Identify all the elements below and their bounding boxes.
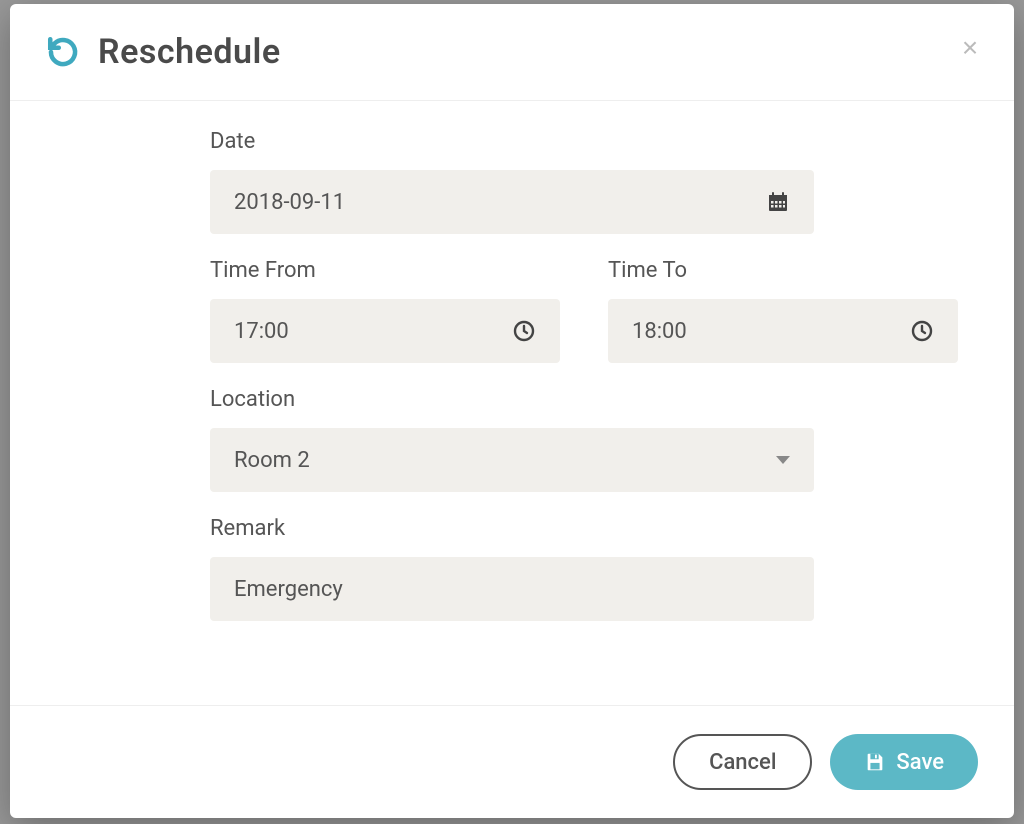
time-from-field-group: Time From bbox=[210, 258, 560, 363]
modal-footer: Cancel Save bbox=[10, 705, 1014, 818]
modal-title: Reschedule bbox=[98, 32, 281, 72]
close-icon: × bbox=[962, 32, 978, 63]
location-select-wrap[interactable]: Room 2 bbox=[210, 428, 814, 492]
date-input[interactable] bbox=[234, 190, 766, 215]
time-to-input[interactable] bbox=[632, 319, 910, 344]
save-button[interactable]: Save bbox=[830, 734, 978, 790]
remark-field-group: Remark bbox=[210, 516, 814, 621]
cancel-button[interactable]: Cancel bbox=[673, 734, 812, 790]
refresh-icon bbox=[46, 35, 80, 69]
location-field-group: Location Room 2 bbox=[210, 387, 814, 492]
modal-body: Date bbox=[10, 101, 1014, 705]
calendar-icon bbox=[766, 190, 790, 214]
cancel-button-label: Cancel bbox=[709, 750, 776, 775]
remark-input-wrap[interactable] bbox=[210, 557, 814, 621]
date-label: Date bbox=[210, 129, 814, 154]
clock-icon bbox=[512, 319, 536, 343]
time-from-label: Time From bbox=[210, 258, 560, 283]
time-to-label: Time To bbox=[608, 258, 958, 283]
time-to-field-group: Time To bbox=[608, 258, 958, 363]
modal-header: Reschedule × bbox=[10, 4, 1014, 101]
clock-icon bbox=[910, 319, 934, 343]
remark-input[interactable] bbox=[234, 577, 790, 602]
close-button[interactable]: × bbox=[956, 34, 984, 62]
date-field-group: Date bbox=[210, 129, 814, 234]
date-input-wrap[interactable] bbox=[210, 170, 814, 234]
save-button-label: Save bbox=[896, 750, 944, 775]
save-icon bbox=[864, 751, 886, 773]
reschedule-modal: Reschedule × Date bbox=[10, 4, 1014, 818]
chevron-down-icon bbox=[776, 456, 790, 464]
location-selected: Room 2 bbox=[234, 448, 776, 473]
time-from-input[interactable] bbox=[234, 319, 512, 344]
location-label: Location bbox=[210, 387, 814, 412]
remark-label: Remark bbox=[210, 516, 814, 541]
time-to-input-wrap[interactable] bbox=[608, 299, 958, 363]
time-from-input-wrap[interactable] bbox=[210, 299, 560, 363]
